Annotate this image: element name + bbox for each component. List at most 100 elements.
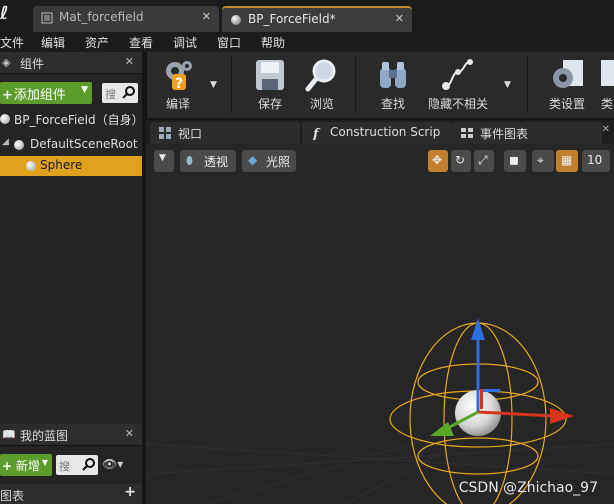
- search-placeholder: 搜: [105, 88, 116, 101]
- graphs-section-label: 图表: [0, 489, 25, 503]
- lit-button[interactable]: ◆ 光照: [242, 150, 296, 172]
- sphere-icon: [26, 161, 36, 171]
- move-icon: ✥: [432, 153, 443, 167]
- close-icon[interactable]: ✕: [395, 12, 404, 25]
- my-blueprint-panel-header: 📖 我的蓝图 ✕: [0, 424, 142, 446]
- viewport-options-button[interactable]: ▼: [154, 150, 174, 172]
- menu-file[interactable]: 文件: [0, 34, 24, 51]
- viewport[interactable]: ▼ ⬮ 透视 ◆ 光照 ✥ ↻ ⤢ ◼ ⌖ ▦ 10 CSDN @Zhichao…: [146, 144, 614, 504]
- my-blueprint-search-input[interactable]: 搜: [56, 455, 98, 475]
- class-defaults-button[interactable]: 类: [597, 52, 614, 118]
- cube-icon: ◼: [509, 153, 519, 167]
- chevron-down-icon: ▼: [159, 153, 166, 163]
- toolbar-divider: [355, 56, 356, 114]
- menu-help[interactable]: 帮助: [261, 34, 285, 51]
- hide-unrelated-chevron-icon[interactable]: ▼: [504, 80, 511, 90]
- grid-icon: ▦: [561, 153, 573, 167]
- find-button[interactable]: 查找: [367, 52, 419, 118]
- watermark-text: CSDN @Zhichao_97: [458, 480, 598, 496]
- grid-snap-button[interactable]: ▦: [556, 150, 578, 172]
- components-panel-header: ◈ 组件 ✕: [0, 52, 142, 74]
- left-panel: ◈ 组件 ✕ +添加组件 ▼ 搜 BP_ForceField（自身） ◢ Def…: [0, 52, 144, 504]
- blueprint-toolbar: ? 编译 ▼ 保存 浏览 查找 隐藏不相关 ▼ 类设置 类: [146, 52, 614, 118]
- menu-bar: 文件 编辑 资产 查看 调试 窗口 帮助: [0, 32, 614, 52]
- surface-snap-button[interactable]: ⌖: [532, 150, 554, 172]
- tree-item-default-scene-root[interactable]: ◢ DefaultSceneRoot: [0, 135, 142, 155]
- tab-mat-forcefield[interactable]: Mat_forcefield ✕: [33, 6, 219, 32]
- save-icon: [256, 60, 284, 90]
- search-icon: [82, 458, 95, 471]
- tab-viewport[interactable]: 视口: [150, 122, 300, 144]
- grid-size-dropdown[interactable]: 10: [582, 150, 610, 172]
- close-icon[interactable]: ✕: [125, 55, 134, 68]
- tab-construction-script[interactable]: f Construction Scrip: [302, 122, 452, 144]
- hide-unrelated-label: 隐藏不相关: [427, 97, 488, 111]
- tree-item-sphere[interactable]: Sphere: [0, 156, 142, 176]
- tab-overflow-icon[interactable]: ✕: [602, 124, 610, 135]
- translate-gizmo[interactable]: [430, 318, 574, 436]
- perspective-button[interactable]: ⬮ 透视: [180, 150, 236, 172]
- add-graph-icon[interactable]: +: [124, 484, 136, 500]
- add-component-button[interactable]: +添加组件 ▼: [0, 82, 92, 104]
- svg-text:f: f: [312, 127, 321, 140]
- compile-button[interactable]: ? 编译: [149, 52, 207, 118]
- chevron-down-icon: ▼: [41, 458, 48, 467]
- class-defaults-icon: [601, 60, 614, 86]
- perspective-label: 透视: [204, 155, 229, 169]
- browse-button[interactable]: 浏览: [297, 52, 347, 118]
- components-search-input[interactable]: 搜: [102, 83, 138, 103]
- world-local-toggle[interactable]: ◼: [504, 150, 526, 172]
- toolbar-divider: [231, 56, 232, 114]
- chevron-down-icon: ▼: [81, 85, 88, 95]
- sphere-icon: [0, 114, 10, 124]
- close-icon[interactable]: ✕: [202, 10, 211, 23]
- z-axis-arrowhead[interactable]: [471, 318, 485, 340]
- binoculars-icon: [380, 62, 406, 88]
- scale-mode-button[interactable]: ⤢: [474, 150, 494, 172]
- svg-text:?: ?: [175, 76, 183, 92]
- menu-view[interactable]: 查看: [129, 34, 153, 51]
- rotate-mode-button[interactable]: ↻: [451, 150, 471, 172]
- close-icon[interactable]: ✕: [125, 427, 134, 440]
- menu-asset[interactable]: 资产: [85, 34, 109, 51]
- browse-magnifier-icon: [305, 59, 336, 92]
- editor-tabs: 视口 f Construction Scrip 事件图表 ✕: [146, 120, 614, 144]
- graphs-section-header[interactable]: 图表 +: [0, 484, 142, 504]
- class-settings-button[interactable]: 类设置: [541, 52, 593, 118]
- unreal-logo-icon[interactable]: ℓ: [0, 3, 12, 24]
- hide-unrelated-nodes-icon: [442, 59, 473, 90]
- sphere-icon: [231, 15, 241, 25]
- add-new-button[interactable]: + 新增 ▼: [0, 454, 52, 476]
- find-label: 查找: [380, 97, 405, 111]
- menu-debug[interactable]: 调试: [173, 34, 197, 51]
- search-placeholder: 搜: [59, 460, 70, 473]
- lit-icon: ◆: [248, 153, 258, 167]
- search-icon: [122, 86, 135, 99]
- view-options-icon[interactable]: 👁▾: [102, 457, 123, 471]
- my-blueprint-title: 我的蓝图: [20, 429, 69, 443]
- plus-icon: +: [2, 459, 13, 473]
- tab-event-graph[interactable]: 事件图表: [452, 122, 602, 144]
- compile-icon: ?: [166, 61, 192, 92]
- compile-label: 编译: [165, 97, 190, 111]
- tab-label: Construction Scrip: [330, 125, 441, 139]
- browse-label: 浏览: [309, 97, 334, 111]
- tab-bp-forcefield[interactable]: BP_ForceField* ✕: [222, 6, 412, 32]
- add-component-label: 添加组件: [13, 88, 66, 103]
- compile-options-chevron-icon[interactable]: ▼: [210, 80, 217, 90]
- translate-mode-button[interactable]: ✥: [428, 150, 448, 172]
- add-new-label: 新增: [15, 459, 40, 473]
- menu-edit[interactable]: 编辑: [41, 34, 65, 51]
- rotate-icon: ↻: [455, 153, 466, 167]
- y-axis-arrowhead[interactable]: [430, 422, 454, 436]
- save-button[interactable]: 保存: [245, 52, 295, 118]
- hide-unrelated-button[interactable]: 隐藏不相关: [423, 52, 493, 118]
- tab-label: 事件图表: [480, 127, 529, 141]
- components-title: 组件: [20, 57, 45, 71]
- plus-icon: +: [2, 88, 13, 103]
- title-bar: ℓ Mat_forcefield ✕ BP_ForceField* ✕: [0, 0, 614, 32]
- expand-arrow-icon[interactable]: ◢: [2, 137, 9, 147]
- class-settings-label: 类设置: [548, 97, 585, 111]
- menu-window[interactable]: 窗口: [217, 34, 241, 51]
- blueprint-self-item[interactable]: BP_ForceField（自身）: [0, 108, 144, 130]
